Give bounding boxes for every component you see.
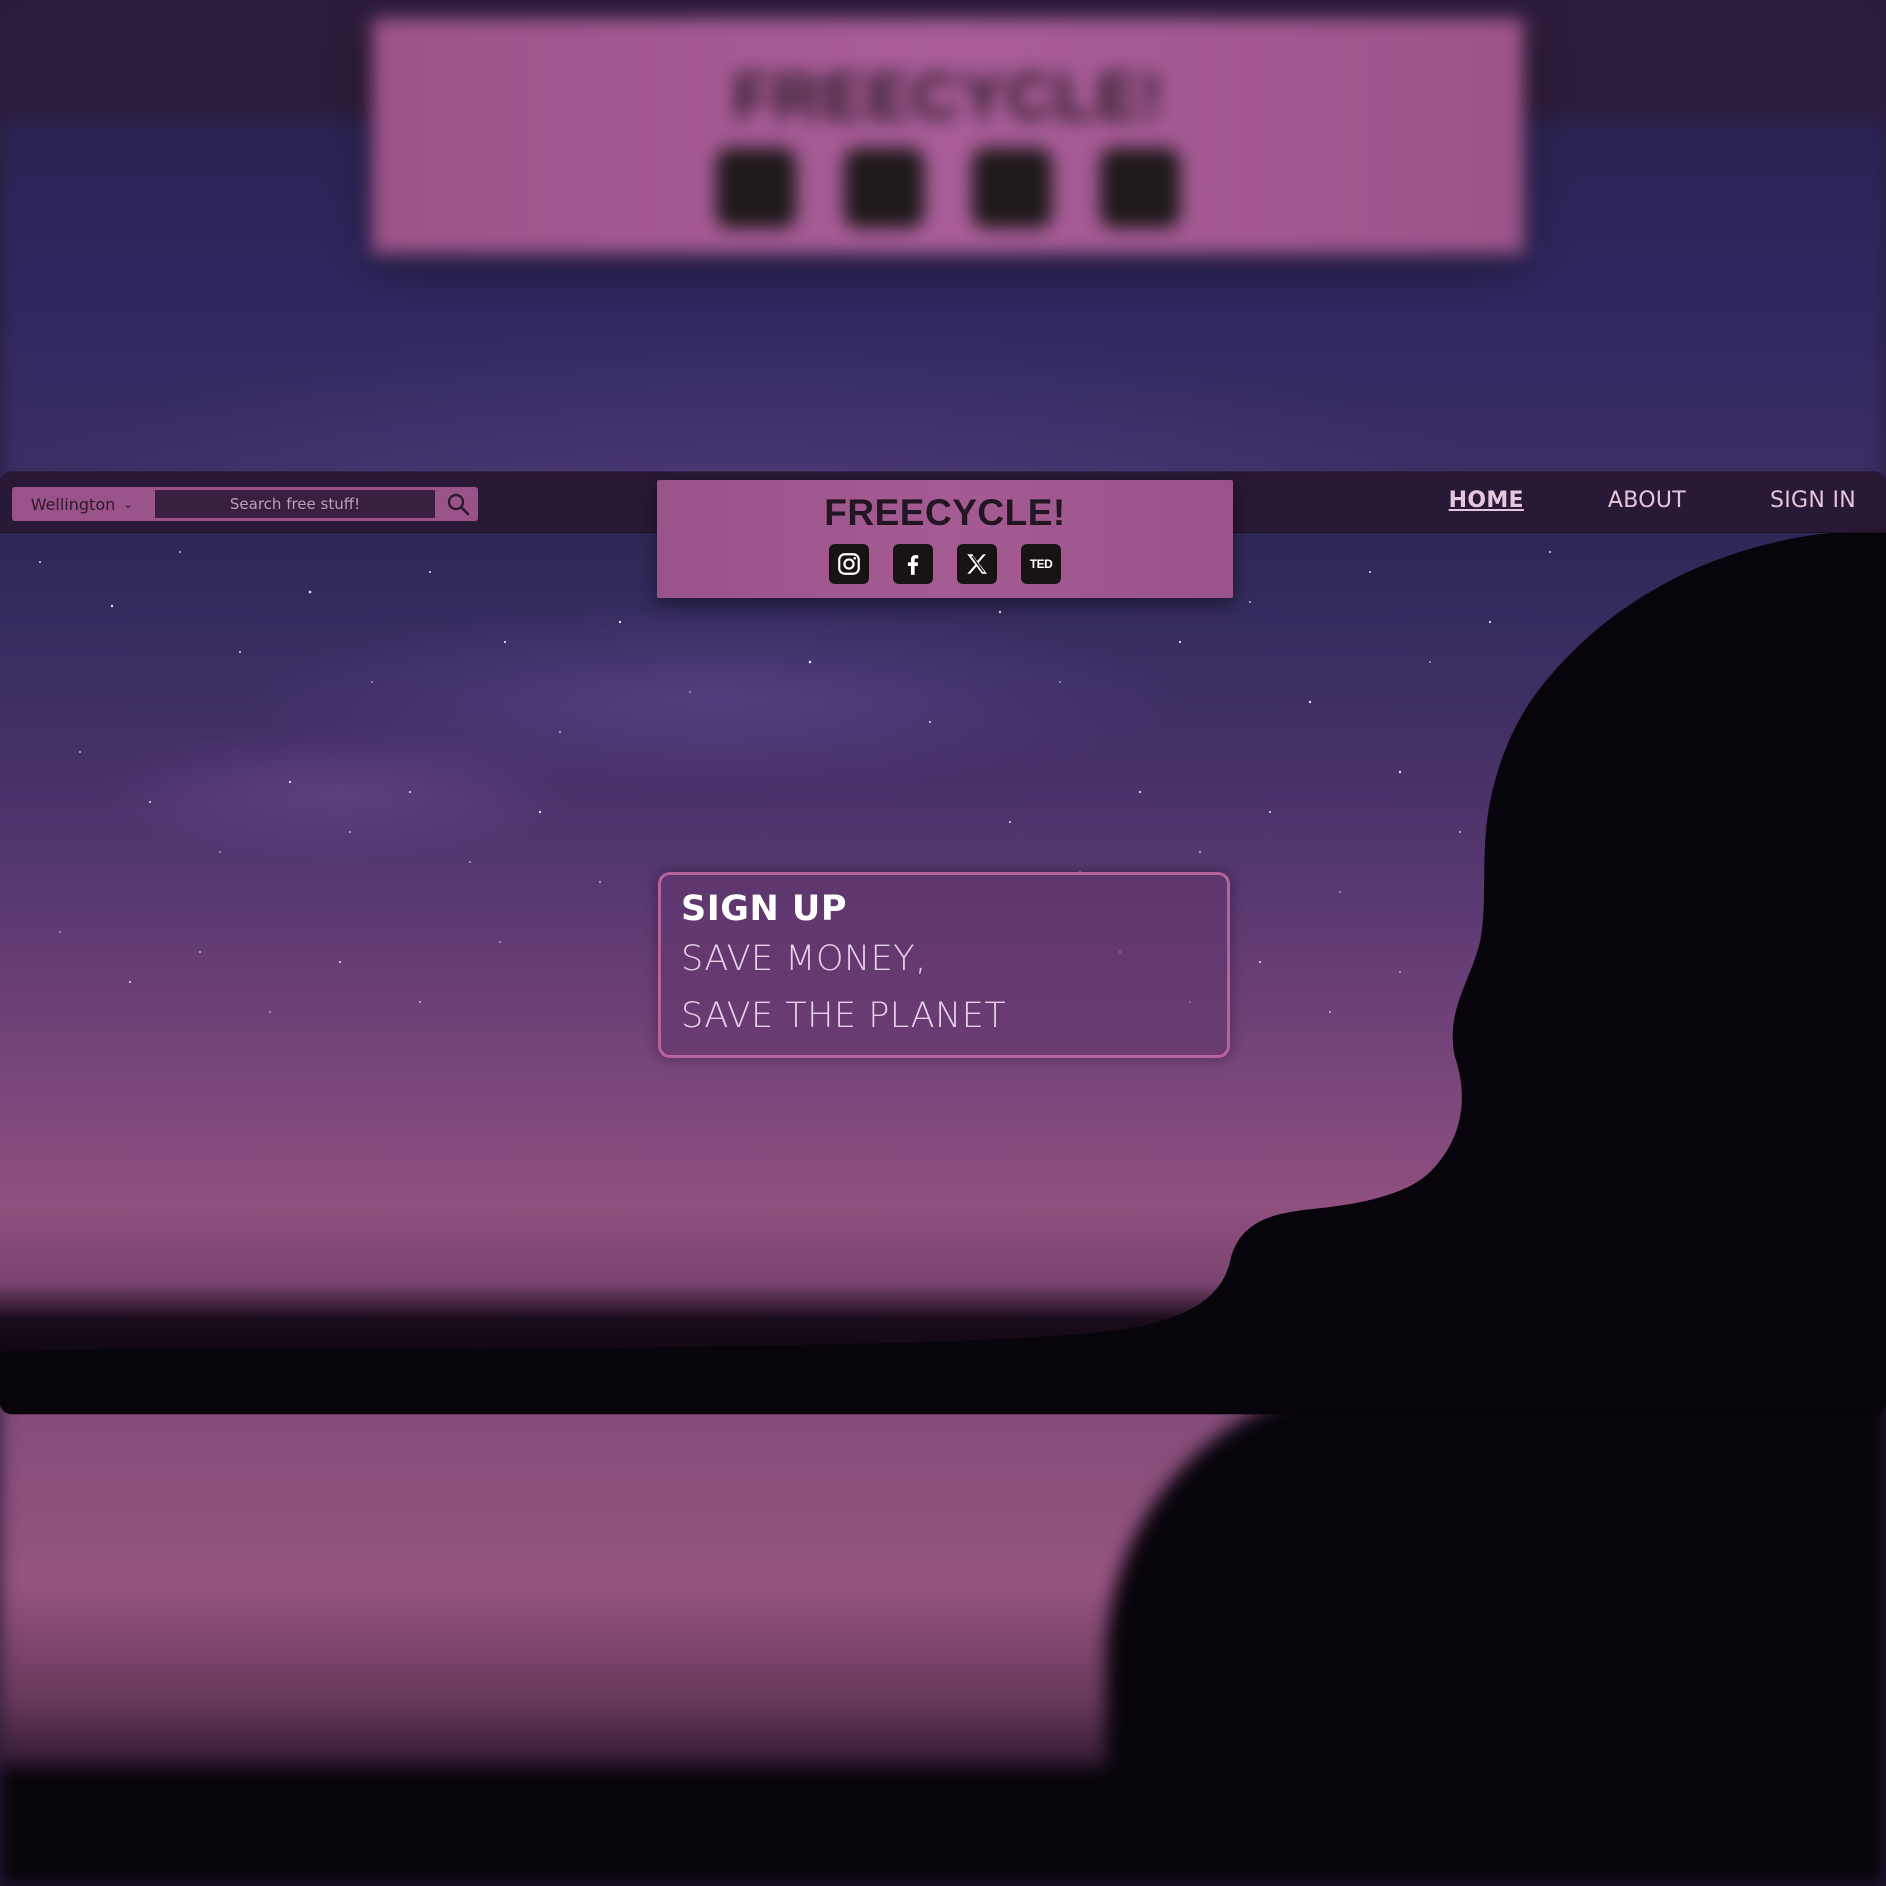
background-facebook-icon: [844, 148, 924, 228]
location-select-value: Wellington: [30, 494, 116, 514]
x-icon: [967, 554, 987, 574]
facebook-link[interactable]: [893, 544, 933, 584]
background-social-row: [372, 148, 1524, 228]
background-instagram-icon: [716, 148, 796, 228]
signup-line-1: SAVE MONEY,: [681, 939, 927, 979]
location-select[interactable]: Wellington ⌄: [12, 487, 152, 521]
nav-home[interactable]: HOME: [1449, 488, 1524, 513]
background-x-icon: [972, 148, 1052, 228]
nav-about[interactable]: ABOUT: [1608, 488, 1686, 513]
signup-headline[interactable]: SIGN UP: [681, 887, 1207, 931]
instagram-link[interactable]: [829, 544, 869, 584]
ted-icon: TED: [1029, 557, 1053, 571]
search-icon: [447, 493, 470, 516]
logo-card: FREECYCLE! TED: [657, 480, 1233, 598]
social-links: TED: [657, 544, 1233, 584]
page: FREECYCLE! Wellington ⌄ Search free stuf…: [0, 0, 1886, 1886]
facebook-icon: [907, 555, 919, 575]
signup-card[interactable]: SIGN UP SAVE MONEY, SAVE THE PLANET: [658, 872, 1230, 1058]
main-nav: HOME ABOUT SIGN IN: [1449, 488, 1856, 513]
ted-link[interactable]: TED: [1021, 544, 1061, 584]
background-ted-icon: [1100, 148, 1180, 228]
chevron-down-icon: ⌄: [123, 497, 134, 511]
x-link[interactable]: [957, 544, 997, 584]
search-bar: Wellington ⌄: [12, 487, 478, 521]
signup-line-2: SAVE THE PLANET: [681, 996, 1007, 1036]
search-input[interactable]: [152, 487, 438, 521]
instagram-icon: [838, 553, 860, 575]
background-logo-card: FREECYCLE!: [372, 18, 1524, 254]
background-ground: [0, 1766, 1886, 1886]
site-window: Wellington ⌄ HOME ABOUT SIGN IN FREECY: [0, 472, 1886, 1414]
site-logo[interactable]: FREECYCLE!: [657, 492, 1233, 534]
search-button[interactable]: [438, 487, 478, 521]
background-logo-title: FREECYCLE!: [732, 59, 1164, 133]
nav-sign-in[interactable]: SIGN IN: [1770, 488, 1856, 513]
